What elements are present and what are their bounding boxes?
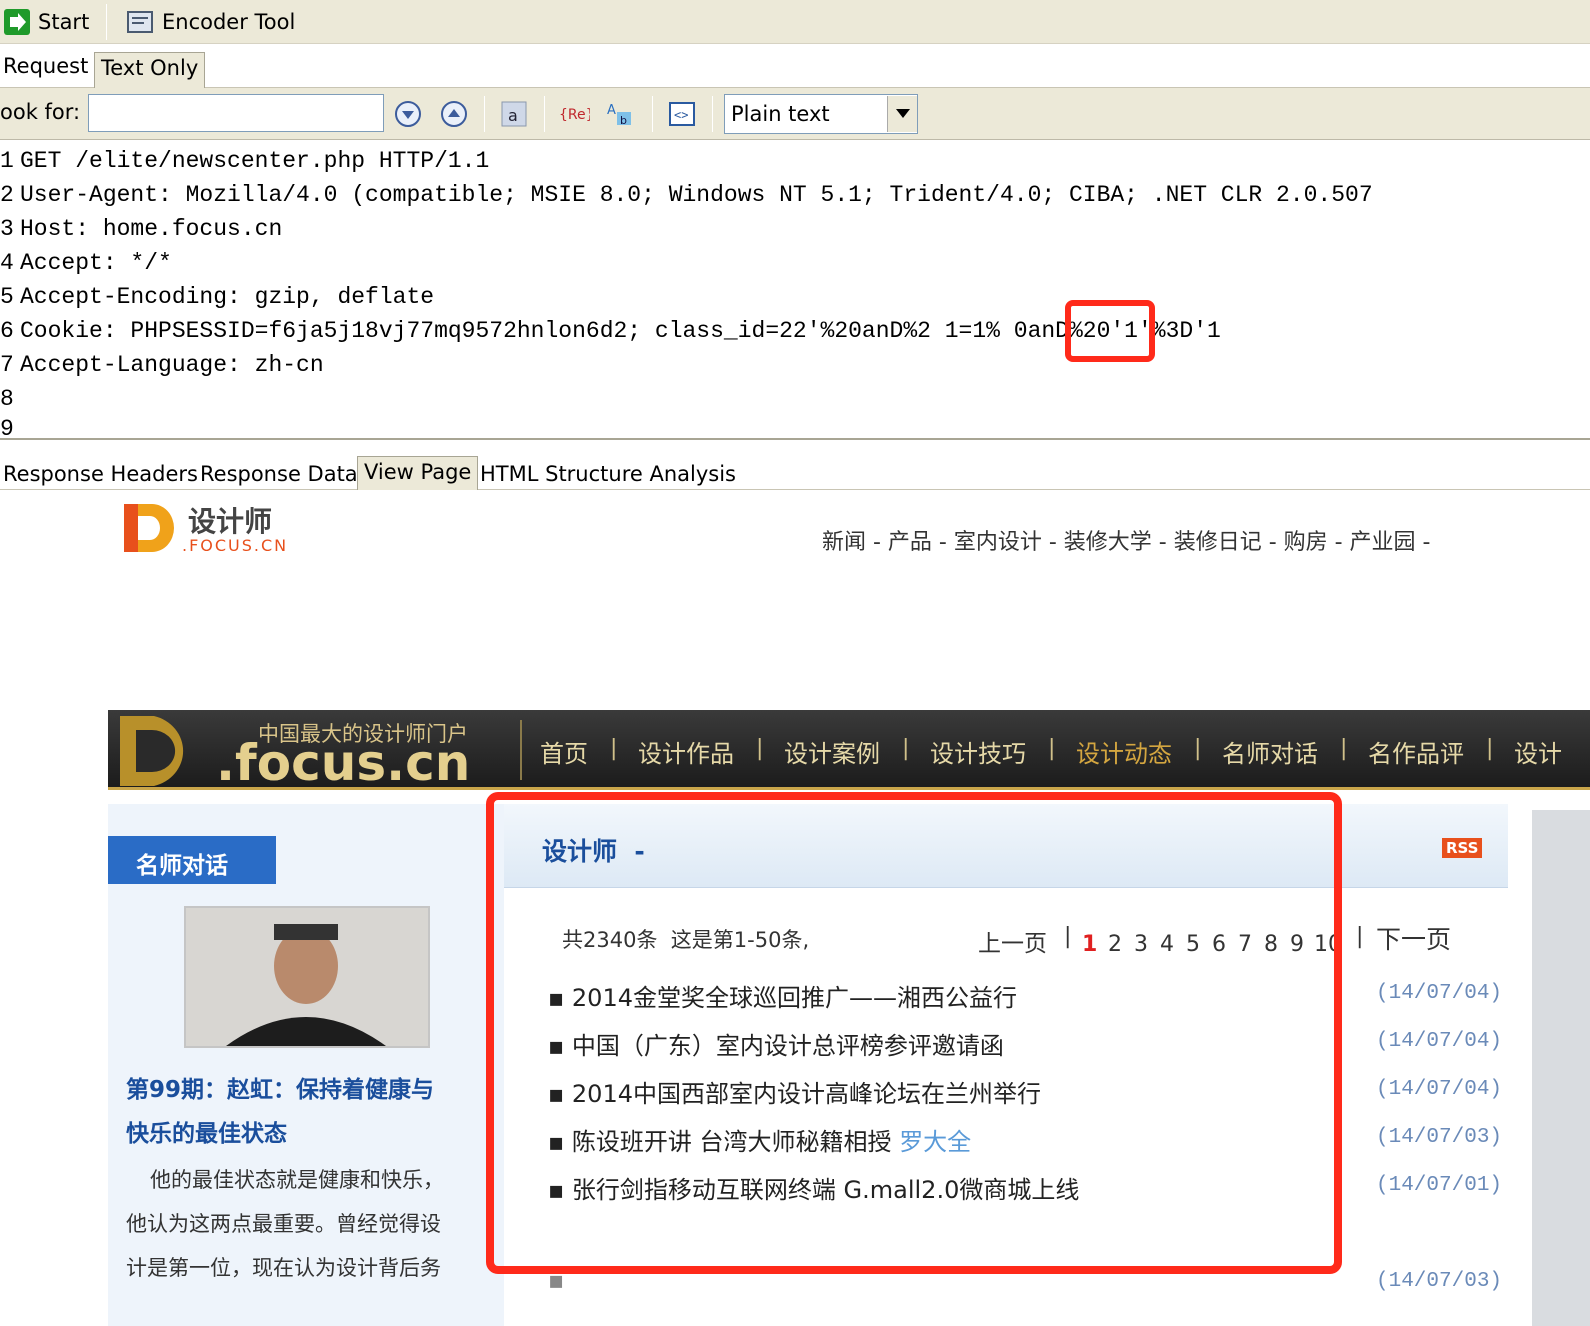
- news-date: (14/07/03): [1376, 1126, 1503, 1149]
- start-label: Start: [38, 10, 90, 34]
- nav-item-home[interactable]: 首页: [540, 734, 588, 769]
- nav-item-works[interactable]: 设计作品: [638, 734, 734, 769]
- news-date: (14/07/04): [1376, 1078, 1503, 1101]
- format-select-value: Plain text: [731, 102, 830, 126]
- nav-item-dialog[interactable]: 名师对话: [1222, 734, 1318, 769]
- format-select[interactable]: Plain text: [724, 94, 918, 134]
- request-line: 4 Accept: */*: [0, 250, 172, 276]
- sidebar-headline-1[interactable]: 第99期：赵虹：保持着健康与: [126, 1070, 434, 1104]
- tab-html-structure[interactable]: HTML Structure Analysis: [480, 462, 736, 486]
- search-row: ook for: a {Re} Ab <> Plain text: [0, 88, 1590, 140]
- code-view-icon[interactable]: <>: [666, 98, 698, 130]
- request-line: 8: [0, 386, 14, 412]
- nav-item-reviews[interactable]: 名作品评: [1368, 734, 1464, 769]
- site-logo-sub: .FOCUS.CN: [182, 536, 289, 555]
- find-previous-icon[interactable]: [438, 98, 470, 130]
- news-date: (14/07/04): [1376, 1030, 1503, 1053]
- news-date: (14/07/03): [1376, 1270, 1503, 1293]
- rss-icon[interactable]: RSS: [1442, 838, 1483, 858]
- pager-next[interactable]: 下一页: [1376, 920, 1451, 956]
- search-input[interactable]: [88, 94, 384, 132]
- svg-text:A: A: [607, 103, 616, 118]
- main-nav-banner: 中国最大的设计师门户 .focus.cn 首页 | 设计作品 | 设计案例 | …: [108, 710, 1590, 792]
- sidebar-text-2: 他认为这两点最重要。曾经觉得设: [126, 1212, 441, 1236]
- sidebar-text-3: 计是第一位，现在认为设计背后务: [126, 1256, 441, 1280]
- svg-text:b: b: [620, 114, 627, 127]
- svg-text:a: a: [508, 106, 518, 125]
- site-logo-icon[interactable]: [124, 502, 176, 554]
- tab-view-page[interactable]: View Page: [357, 456, 479, 490]
- banner-d-logo-icon: [114, 712, 200, 788]
- find-next-icon[interactable]: [392, 98, 424, 130]
- encoder-icon: [126, 9, 154, 35]
- encoder-tool-button[interactable]: Encoder Tool: [126, 6, 295, 38]
- chevron-down-icon[interactable]: [887, 96, 917, 132]
- encoder-label: Encoder Tool: [162, 10, 296, 34]
- banner-logo-text: .focus.cn: [216, 734, 471, 792]
- highlight-box-result: [486, 792, 1342, 1274]
- request-tab-bar: Request Text Only: [0, 44, 1590, 88]
- sidebar-title-box: 名师对话: [108, 836, 276, 884]
- right-side-panel: [1532, 810, 1590, 1326]
- start-button[interactable]: Start: [4, 6, 89, 38]
- sidebar-text-1: 他的最佳状态就是健康和快乐，: [150, 1168, 444, 1192]
- tab-request[interactable]: Request: [3, 54, 88, 78]
- start-icon: [4, 9, 30, 35]
- request-line: 9: [0, 416, 14, 440]
- sidebar-headline-2[interactable]: 快乐的最佳状态: [126, 1114, 287, 1148]
- nav-item-news[interactable]: 设计动态: [1076, 734, 1172, 769]
- svg-text:{Re}: {Re}: [559, 107, 590, 123]
- regex-icon[interactable]: {Re}: [558, 98, 590, 130]
- match-case-icon[interactable]: a: [498, 98, 530, 130]
- nav-item-more[interactable]: 设计: [1514, 734, 1562, 769]
- tab-response-headers[interactable]: Response Headers: [3, 462, 198, 486]
- request-text-view[interactable]: 1 GET /elite/newscenter.php HTTP/1.1 2 Use…: [0, 142, 1590, 440]
- response-tab-bar: Response Headers Response Data View Page…: [0, 442, 1590, 490]
- news-date: (14/07/01): [1376, 1174, 1503, 1197]
- request-line: 7 Accept-Language: zh-cn: [0, 352, 324, 378]
- request-line: 6 Cookie: PHPSESSID=f6ja5j18vj77mq9572hnl…: [0, 318, 1221, 344]
- request-line: 1 GET /elite/newscenter.php HTTP/1.1: [0, 148, 490, 174]
- nav-item-cases[interactable]: 设计案例: [784, 734, 880, 769]
- tab-text-only[interactable]: Text Only: [94, 52, 206, 88]
- request-line: 3 Host: home.focus.cn: [0, 216, 283, 242]
- sidebar: 名师对话 第99期：赵虹：保持着健康与 快乐的最佳状态 他的最佳状态就是健康和快…: [108, 804, 504, 1326]
- main-toolbar: Start Encoder Tool: [0, 0, 1590, 44]
- request-line: 5 Accept-Encoding: gzip, deflate: [0, 284, 435, 310]
- translate-icon[interactable]: Ab: [604, 98, 636, 130]
- request-line: 2 User-Agent: Mozilla/4.0 (compatible; MS…: [0, 182, 1373, 208]
- svg-text:<>: <>: [674, 108, 688, 122]
- designer-photo[interactable]: [184, 906, 430, 1048]
- rendered-web-page: 设计师 .FOCUS.CN 新闻 - 产品 - 室内设计 - 装修大学 - 装修…: [0, 492, 1590, 1326]
- site-logo-text[interactable]: 设计师: [188, 500, 272, 540]
- highlight-box-payload: [1065, 300, 1155, 362]
- sidebar-title: 名师对话: [136, 853, 228, 879]
- look-for-label: ook for:: [0, 100, 81, 124]
- top-nav[interactable]: 新闻 - 产品 - 室内设计 - 装修大学 - 装修日记 - 购房 - 产业园 …: [822, 524, 1430, 556]
- tab-response-data[interactable]: Response Data: [200, 462, 358, 486]
- nav-item-tips[interactable]: 设计技巧: [930, 734, 1026, 769]
- news-date: (14/07/04): [1376, 982, 1503, 1005]
